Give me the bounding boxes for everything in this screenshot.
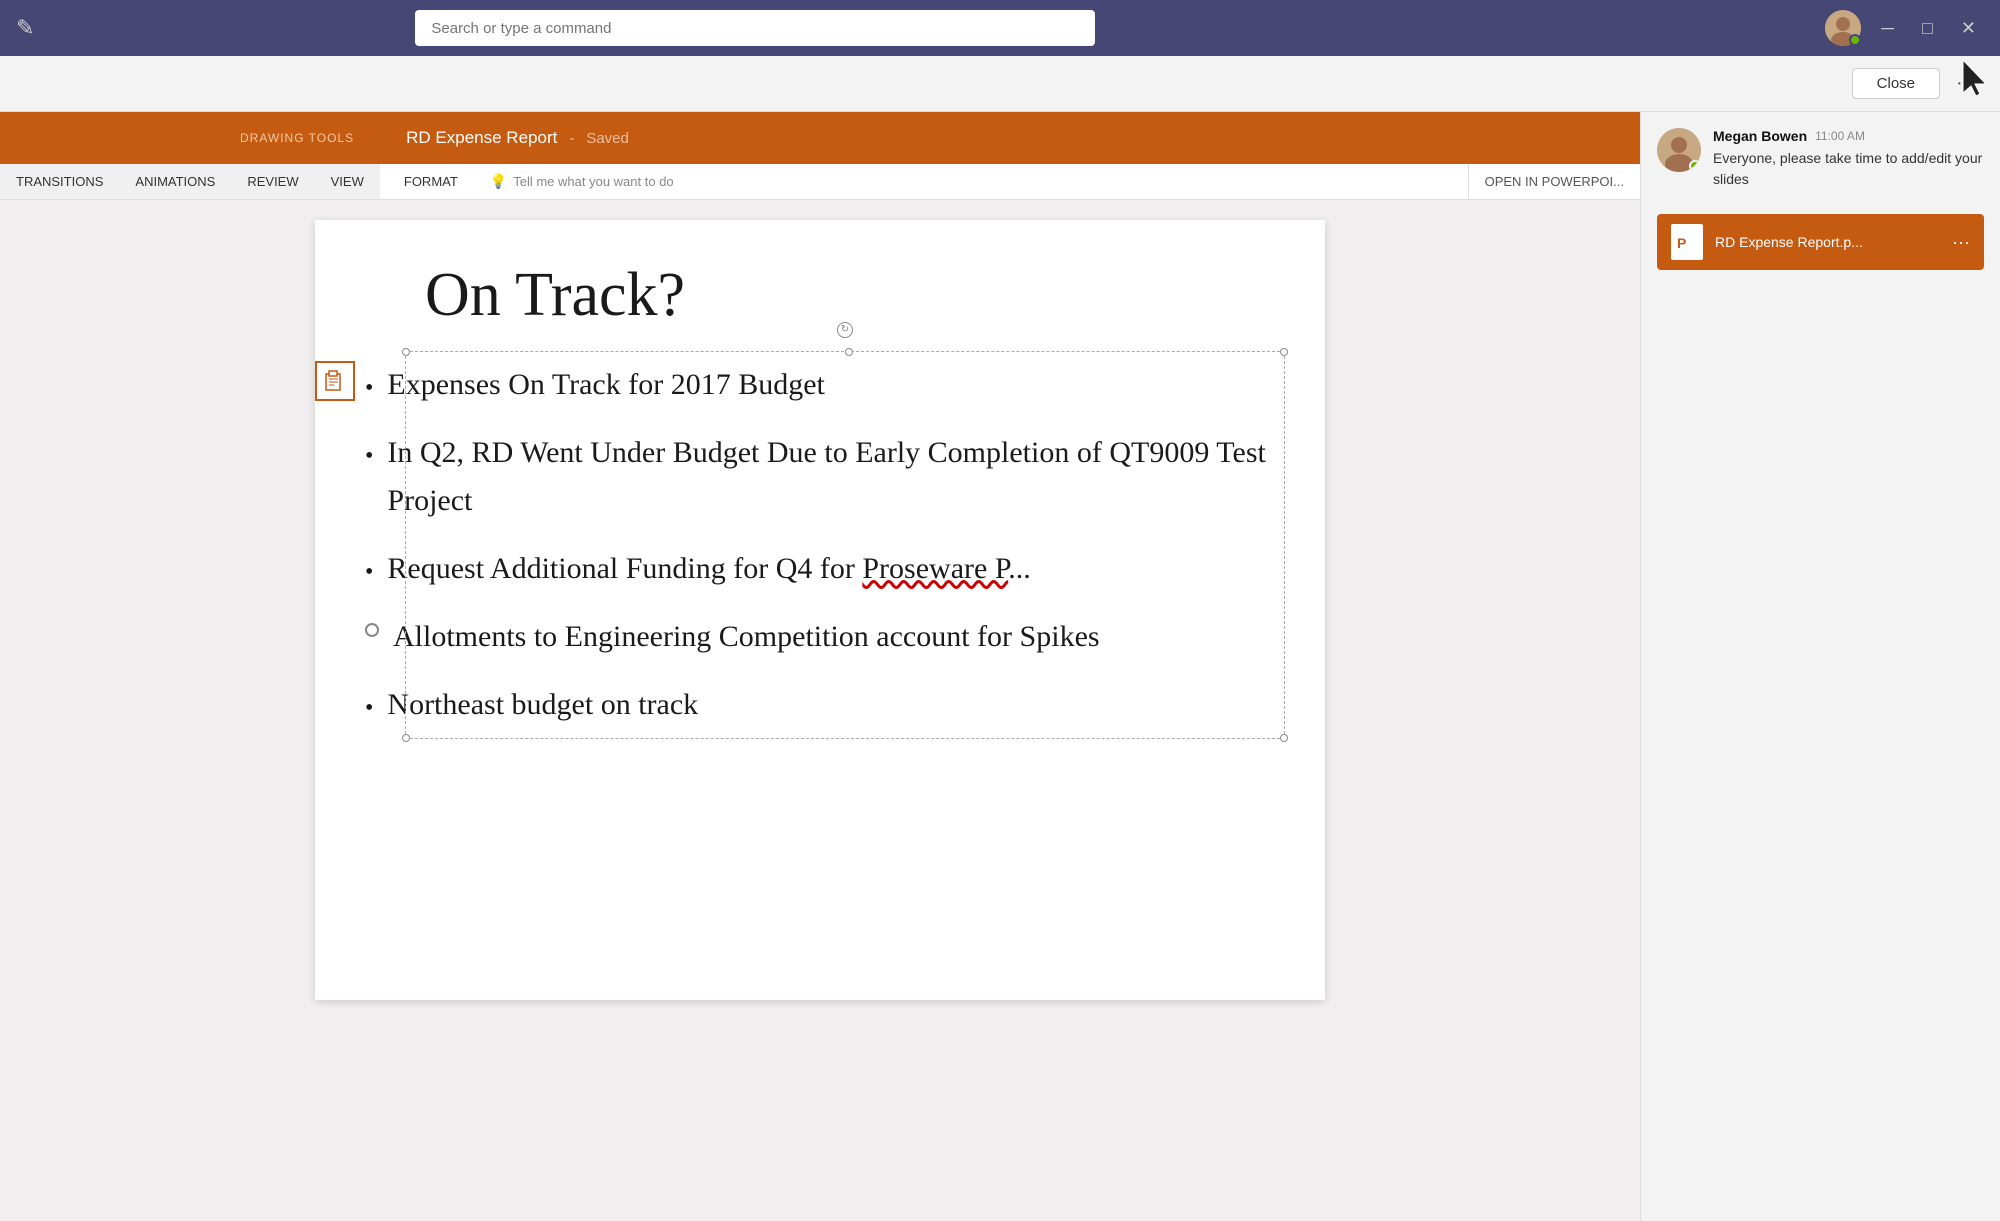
bullet-text-3: Request Additional Funding for Q4 for Pr… bbox=[387, 545, 1275, 593]
notif-name-row: Megan Bowen 11:00 AM bbox=[1713, 128, 1984, 144]
ppt-menu-right: FORMAT 💡 Tell me what you want to do OPE… bbox=[380, 164, 1640, 199]
bullet-dot-3: • bbox=[365, 553, 373, 591]
tell-me-text: Tell me what you want to do bbox=[513, 174, 673, 189]
search-input[interactable] bbox=[415, 10, 1095, 46]
menu-transitions[interactable]: TRANSITIONS bbox=[0, 164, 119, 199]
notif-status bbox=[1689, 160, 1701, 172]
file-attachment[interactable]: P RD Expense Report.p... ··· bbox=[1657, 214, 1984, 270]
minimize-button[interactable]: ─ bbox=[1873, 14, 1902, 43]
circle-bullet-4 bbox=[365, 623, 379, 637]
avatar-status bbox=[1849, 34, 1861, 46]
paste-icon bbox=[315, 361, 355, 401]
menu-format[interactable]: FORMAT bbox=[388, 164, 474, 199]
toolbar-row: Close ··· bbox=[0, 56, 2000, 112]
title-bar-right: ─ □ ✕ bbox=[1825, 10, 1984, 46]
handle-tl[interactable] bbox=[402, 348, 410, 356]
slide-title: On Track? bbox=[365, 260, 1275, 331]
edit-icon[interactable]: ✎ bbox=[16, 15, 34, 41]
notif-sender-name: Megan Bowen bbox=[1713, 128, 1807, 144]
file-more-button[interactable]: ··· bbox=[1952, 232, 1970, 253]
handle-br[interactable] bbox=[1280, 734, 1288, 742]
bullet-text-4: Allotments to Engineering Competition ac… bbox=[393, 613, 1275, 661]
menu-view[interactable]: VIEW bbox=[315, 164, 380, 199]
ppt-saved-status: Saved bbox=[586, 130, 629, 147]
bullet-dot-1: • bbox=[365, 369, 373, 407]
ppt-title-bar: DRAWING TOOLS RD Expense Report - Saved bbox=[0, 112, 1640, 164]
notif-message: Everyone, please take time to add/edit y… bbox=[1713, 148, 1984, 190]
bullet-3: • Request Additional Funding for Q4 for … bbox=[365, 545, 1275, 593]
bullet-1: • Expenses On Track for 2017 Budget bbox=[365, 361, 1275, 409]
svg-text:P: P bbox=[1677, 235, 1686, 251]
ppt-menu-bar: TRANSITIONS ANIMATIONS REVIEW VIEW FORMA… bbox=[0, 164, 1640, 200]
bullet-dot-5: • bbox=[365, 689, 373, 727]
menu-review[interactable]: REVIEW bbox=[231, 164, 314, 199]
notif-time: 11:00 AM bbox=[1815, 129, 1865, 143]
handle-tr[interactable] bbox=[1280, 348, 1288, 356]
bullet-2: • In Q2, RD Went Under Budget Due to Ear… bbox=[365, 429, 1275, 525]
open-in-powerpoint-button[interactable]: OPEN IN POWERPOI... bbox=[1468, 164, 1640, 199]
notification-header: Megan Bowen 11:00 AM Everyone, please ta… bbox=[1641, 112, 2000, 206]
lightbulb-icon: 💡 bbox=[490, 173, 507, 190]
slide-area: On Track? ↻ bbox=[0, 200, 1640, 1221]
notification-panel: Megan Bowen 11:00 AM Everyone, please ta… bbox=[1640, 112, 2000, 1221]
bullet-4: Allotments to Engineering Competition ac… bbox=[365, 613, 1275, 661]
maximize-button[interactable]: □ bbox=[1914, 14, 1941, 43]
handle-tm[interactable] bbox=[845, 348, 853, 356]
notif-content: Megan Bowen 11:00 AM Everyone, please ta… bbox=[1713, 128, 1984, 190]
close-button[interactable]: Close bbox=[1852, 68, 1940, 99]
bullet-text-2: In Q2, RD Went Under Budget Due to Early… bbox=[387, 429, 1275, 525]
file-name-label: RD Expense Report.p... bbox=[1715, 234, 1940, 250]
menu-animations[interactable]: ANIMATIONS bbox=[119, 164, 231, 199]
ppt-file-icon: P bbox=[1671, 224, 1703, 260]
bullet-dot-2: • bbox=[365, 437, 373, 475]
notif-avatar bbox=[1657, 128, 1701, 172]
ppt-title-section: RD Expense Report - Saved bbox=[374, 112, 661, 164]
drawing-tools-label: DRAWING TOOLS bbox=[220, 131, 374, 145]
bullet-text-5: Northeast budget on track bbox=[387, 681, 1275, 729]
window-close-button[interactable]: ✕ bbox=[1953, 14, 1984, 43]
handle-bl[interactable] bbox=[402, 734, 410, 742]
ppt-area: DRAWING TOOLS RD Expense Report - Saved … bbox=[0, 112, 2000, 1221]
ppt-file-name: RD Expense Report bbox=[406, 128, 557, 148]
spell-check-word: Proseware P bbox=[862, 552, 1008, 585]
bullet-text-1: Expenses On Track for 2017 Budget bbox=[387, 361, 1275, 409]
slide: On Track? ↻ bbox=[315, 220, 1325, 1000]
search-container bbox=[415, 10, 1095, 46]
title-bar: ✎ ─ □ ✕ bbox=[0, 0, 2000, 56]
main-area: Close ··· DRAWING TOOLS RD Expense Repor… bbox=[0, 56, 2000, 1221]
more-options-button[interactable]: ··· bbox=[1948, 68, 1984, 99]
tell-me-section[interactable]: 💡 Tell me what you want to do bbox=[474, 164, 1468, 199]
ppt-dash: - bbox=[569, 130, 574, 147]
avatar-container bbox=[1825, 10, 1861, 46]
bullet-5: • Northeast budget on track bbox=[365, 681, 1275, 729]
ppt-container: DRAWING TOOLS RD Expense Report - Saved … bbox=[0, 112, 1640, 1221]
slide-content[interactable]: ↻ bbox=[365, 361, 1275, 729]
ppt-menu-left: TRANSITIONS ANIMATIONS REVIEW VIEW bbox=[0, 164, 380, 199]
